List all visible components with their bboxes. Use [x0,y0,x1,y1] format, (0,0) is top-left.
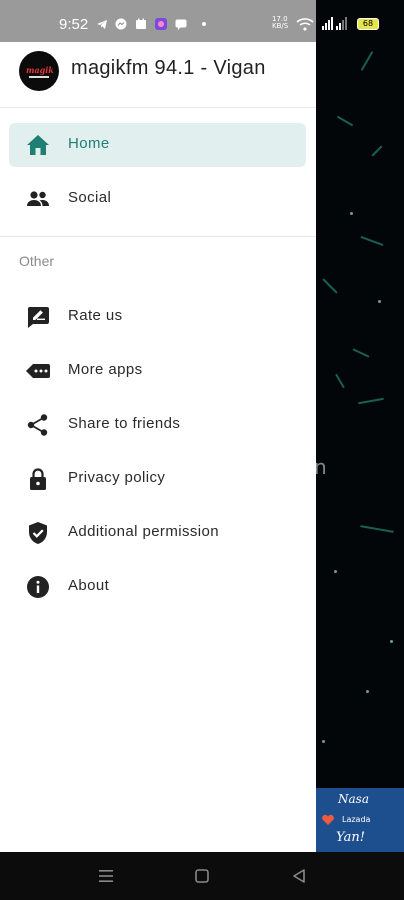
more-notifications-dot-icon [202,22,206,26]
drawer-header: magik magikfm 94.1 - Vigan [0,42,316,108]
telegram-icon [97,20,107,29]
drawer-item-share[interactable]: Share to friends [9,403,306,447]
app-title: magikfm 94.1 - Vigan [71,57,266,79]
drawer-item-rate-us[interactable]: Rate us [9,295,306,339]
people-icon [27,191,49,206]
drawer-item-label: Share to friends [68,415,181,432]
recent-apps-icon[interactable] [97,867,115,885]
promo-line-3: Yan! [336,830,365,845]
drawer-item-additional-permission[interactable]: Additional permission [9,511,306,555]
back-icon[interactable] [290,867,308,885]
wifi-icon [296,18,314,31]
promo-line-1: Nasa [338,792,369,806]
home-nav-icon[interactable] [193,867,211,885]
drawer-item-label: Home [68,135,110,152]
drawer-item-label: Rate us [68,307,123,324]
app-notification-icon [155,18,167,30]
battery-indicator: 68 [357,18,379,30]
drawer-item-label: Privacy policy [68,469,166,486]
network-speed: 17.0 KB/S [272,15,289,30]
share-icon [27,414,48,436]
home-icon [27,135,49,155]
rate-icon [27,307,49,328]
section-label-other: Other [19,253,55,269]
lock-icon [30,468,46,490]
drawer-item-social[interactable]: Social [9,177,306,221]
navigation-drawer: magik magikfm 94.1 - Vigan Home Social O… [0,42,316,852]
drawer-item-privacy-policy[interactable]: Privacy policy [9,457,306,501]
app-logo-text: magik [26,65,54,75]
promo-banner[interactable]: Nasa Lazada Yan! [316,788,404,852]
shield-check-icon [29,522,47,544]
drawer-item-home[interactable]: Home [9,123,306,167]
more-apps-icon [26,364,50,378]
messenger-icon [115,18,127,30]
drawer-divider [0,236,316,237]
drawer-item-label: More apps [68,361,143,378]
drawer-item-about[interactable]: About [9,565,306,609]
info-icon [27,576,49,598]
status-bar: 9:52 17.0 KB/S 68 [0,0,404,42]
chat-icon [175,19,187,30]
signal-icon [322,17,347,30]
drawer-item-more-apps[interactable]: More apps [9,349,306,393]
calendar-icon [136,18,146,29]
drawer-item-label: Social [68,189,112,206]
drawer-item-label: About [68,577,110,594]
heart-icon [322,814,334,825]
status-time: 9:52 [59,16,89,33]
promo-line-2: Lazada [342,815,371,824]
drawer-item-label: Additional permission [68,523,219,540]
system-nav-bar [0,852,404,900]
app-logo: magik [19,51,59,91]
